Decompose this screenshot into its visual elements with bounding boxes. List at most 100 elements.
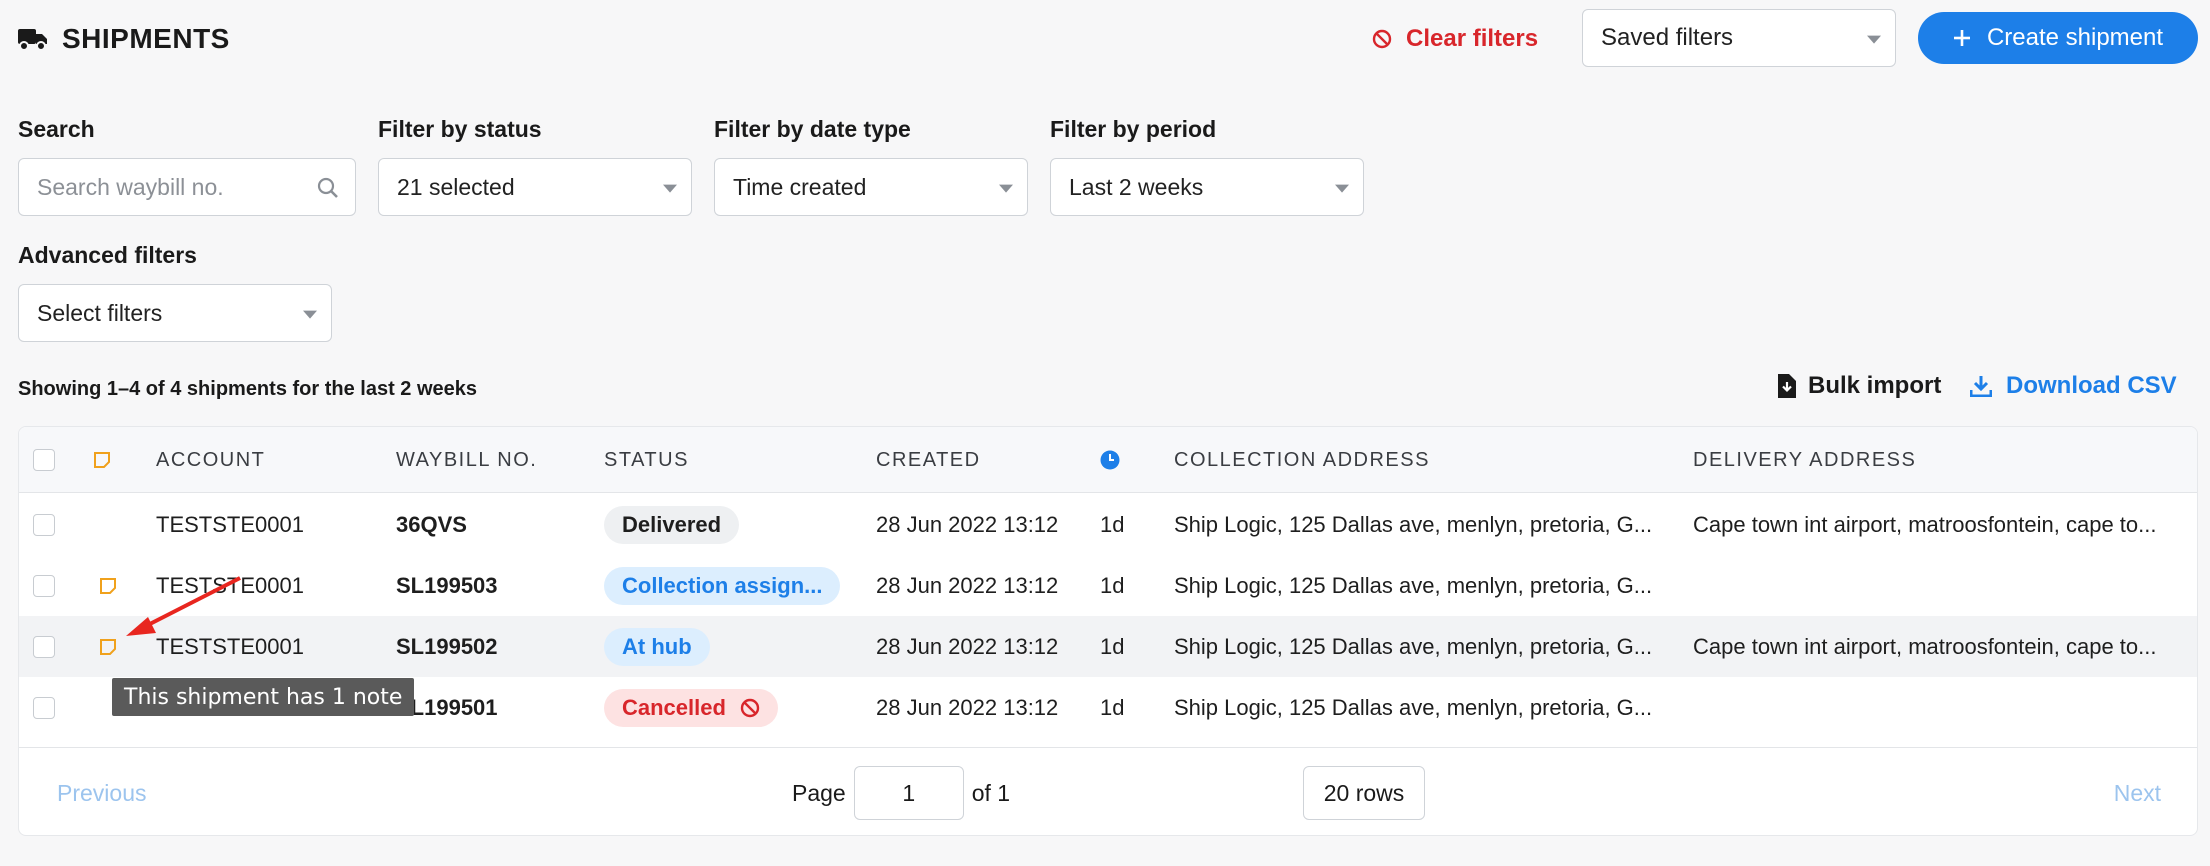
waybill-cell[interactable]: SL199503 xyxy=(396,555,498,616)
status-badge: Collection assign... xyxy=(604,566,841,605)
chevron-down-icon xyxy=(1335,184,1349,193)
note-icon[interactable] xyxy=(99,577,117,595)
bulk-import-label: Bulk import xyxy=(1808,372,1942,399)
created-cell: 28 Jun 2022 13:12 xyxy=(876,572,1059,598)
period-filter-label: Filter by period xyxy=(1050,116,1217,142)
page-number-input[interactable]: 1 xyxy=(853,766,964,820)
account-cell: TESTSTE0001 xyxy=(156,511,304,537)
age-cell: 1d xyxy=(1100,511,1125,537)
note-icon xyxy=(94,452,110,468)
page-label: Page xyxy=(792,779,846,806)
advanced-filters-value: Select filters xyxy=(37,299,163,326)
table-header: ACCOUNT WAYBILL NO. STATUS CREATED COLLE… xyxy=(19,427,2197,493)
status-badge-label: Cancelled xyxy=(622,694,726,720)
age-cell: 1d xyxy=(1100,694,1125,720)
delivery-address-cell: Cape town int airport, matroosfontein, c… xyxy=(1693,633,2157,659)
rows-per-page-select[interactable]: 20 rows xyxy=(1303,766,1425,820)
results-summary: Showing 1–4 of 4 shipments for the last … xyxy=(18,378,478,400)
period-filter-select[interactable]: Last 2 weeks xyxy=(1050,158,1364,216)
column-header-waybill[interactable]: WAYBILL NO. xyxy=(396,427,537,493)
saved-filters-select[interactable]: Saved filters xyxy=(1582,9,1896,67)
period-filter-value: Last 2 weeks xyxy=(1069,173,1204,200)
account-cell: TESTSTE0001 xyxy=(156,633,304,659)
download-csv-button[interactable]: Download CSV xyxy=(1970,372,2177,400)
row-checkbox[interactable] xyxy=(33,635,55,658)
search-label: Search xyxy=(18,116,95,142)
notes-column-header[interactable] xyxy=(93,427,111,493)
column-header-delivery-address[interactable]: DELIVERY ADDRESS xyxy=(1693,427,1916,493)
date-type-filter-value: Time created xyxy=(733,173,867,200)
status-badge-label: Collection assign... xyxy=(622,572,823,598)
waybill-cell[interactable]: 36QVS xyxy=(396,494,467,555)
date-type-filter-select[interactable]: Time created xyxy=(714,158,1028,216)
shipments-table: ACCOUNT WAYBILL NO. STATUS CREATED COLLE… xyxy=(18,426,2198,836)
account-cell: TESTSTE0001 xyxy=(156,572,304,598)
column-header-created[interactable]: CREATED xyxy=(876,427,981,493)
search-placeholder: Search waybill no. xyxy=(37,173,224,200)
delivery-address-cell: Cape town int airport, matroosfontein, c… xyxy=(1693,511,2157,537)
waybill-cell[interactable]: SL199502 xyxy=(396,616,498,677)
page-indicator: Page 1 of 1 xyxy=(792,748,1011,835)
create-shipment-button[interactable]: Create shipment xyxy=(1918,12,2198,64)
created-cell: 28 Jun 2022 13:12 xyxy=(876,511,1059,537)
chevron-down-icon xyxy=(303,310,317,319)
collection-address-cell: Ship Logic, 125 Dallas ave, menlyn, pret… xyxy=(1174,633,1653,659)
note-icon[interactable] xyxy=(99,638,117,656)
age-cell: 1d xyxy=(1100,572,1125,598)
saved-filters-value: Saved filters xyxy=(1601,24,1734,51)
clear-filters-button[interactable]: Clear filters xyxy=(1372,18,1538,60)
next-page-button[interactable]: Next xyxy=(2114,748,2161,835)
search-icon xyxy=(317,177,338,198)
status-badge: Cancelled xyxy=(604,688,778,727)
age-cell: 1d xyxy=(1100,633,1125,659)
collection-address-cell: Ship Logic, 125 Dallas ave, menlyn, pret… xyxy=(1174,511,1653,537)
column-header-status[interactable]: STATUS xyxy=(604,427,689,493)
status-filter-select[interactable]: 21 selected xyxy=(378,158,692,216)
row-checkbox[interactable] xyxy=(33,574,55,597)
delivery-address-cell xyxy=(1693,677,2193,738)
status-badge-label: Delivered xyxy=(622,511,722,537)
column-header-collection-address[interactable]: COLLECTION ADDRESS xyxy=(1174,427,1430,493)
create-shipment-label: Create shipment xyxy=(1986,24,2164,51)
chevron-down-icon xyxy=(663,184,677,193)
row-checkbox[interactable] xyxy=(33,513,55,536)
collection-address-cell: Ship Logic, 125 Dallas ave, menlyn, pret… xyxy=(1174,694,1653,720)
download-icon xyxy=(1970,376,1992,397)
column-header-account[interactable]: ACCOUNT xyxy=(156,427,265,493)
table-footer: Previous Page 1 of 1 20 rows Next xyxy=(19,747,2197,835)
status-badge-label: At hub xyxy=(622,633,692,659)
clear-filters-label: Clear filters xyxy=(1406,25,1539,52)
page-title: SHIPMENTS xyxy=(18,18,230,60)
advanced-filters-label: Advanced filters xyxy=(18,242,197,268)
created-cell: 28 Jun 2022 13:12 xyxy=(876,694,1059,720)
advanced-filters-select[interactable]: Select filters xyxy=(18,284,332,342)
download-csv-label: Download CSV xyxy=(2006,372,2177,399)
delivery-address-cell xyxy=(1693,555,2193,616)
bulk-import-button[interactable]: Bulk import xyxy=(1776,372,1941,400)
ban-icon xyxy=(1372,29,1392,49)
select-all-cell xyxy=(33,427,55,493)
ban-icon xyxy=(740,698,760,717)
status-filter-value: 21 selected xyxy=(397,173,515,200)
table-row[interactable]: TESTSTE0001 SL199502 At hub 28 Jun 2022 … xyxy=(19,616,2197,677)
table-row[interactable]: TESTSTE0001 SL199503 Collection assign..… xyxy=(19,555,2197,616)
date-type-filter-label: Filter by date type xyxy=(714,116,911,142)
age-column-header[interactable] xyxy=(1100,427,1120,493)
clock-icon xyxy=(1100,450,1120,470)
select-all-checkbox[interactable] xyxy=(33,449,55,471)
table-row[interactable]: TESTSTE0001 36QVS Delivered 28 Jun 2022 … xyxy=(19,494,2197,555)
file-import-icon xyxy=(1778,374,1796,398)
truck-icon xyxy=(18,29,47,51)
collection-address-cell: Ship Logic, 125 Dallas ave, menlyn, pret… xyxy=(1174,572,1653,598)
status-filter-label: Filter by status xyxy=(378,116,542,142)
row-checkbox[interactable] xyxy=(33,696,55,719)
status-badge: At hub xyxy=(604,627,710,666)
status-badge: Delivered xyxy=(604,505,740,544)
search-input[interactable]: Search waybill no. xyxy=(18,158,356,216)
chevron-down-icon xyxy=(1867,35,1881,44)
chevron-down-icon xyxy=(999,184,1013,193)
page-title-text: SHIPMENTS xyxy=(62,23,230,54)
note-tooltip: This shipment has 1 note xyxy=(112,678,415,716)
page-total-label: of 1 xyxy=(971,779,1011,806)
previous-page-button[interactable]: Previous xyxy=(57,748,146,835)
